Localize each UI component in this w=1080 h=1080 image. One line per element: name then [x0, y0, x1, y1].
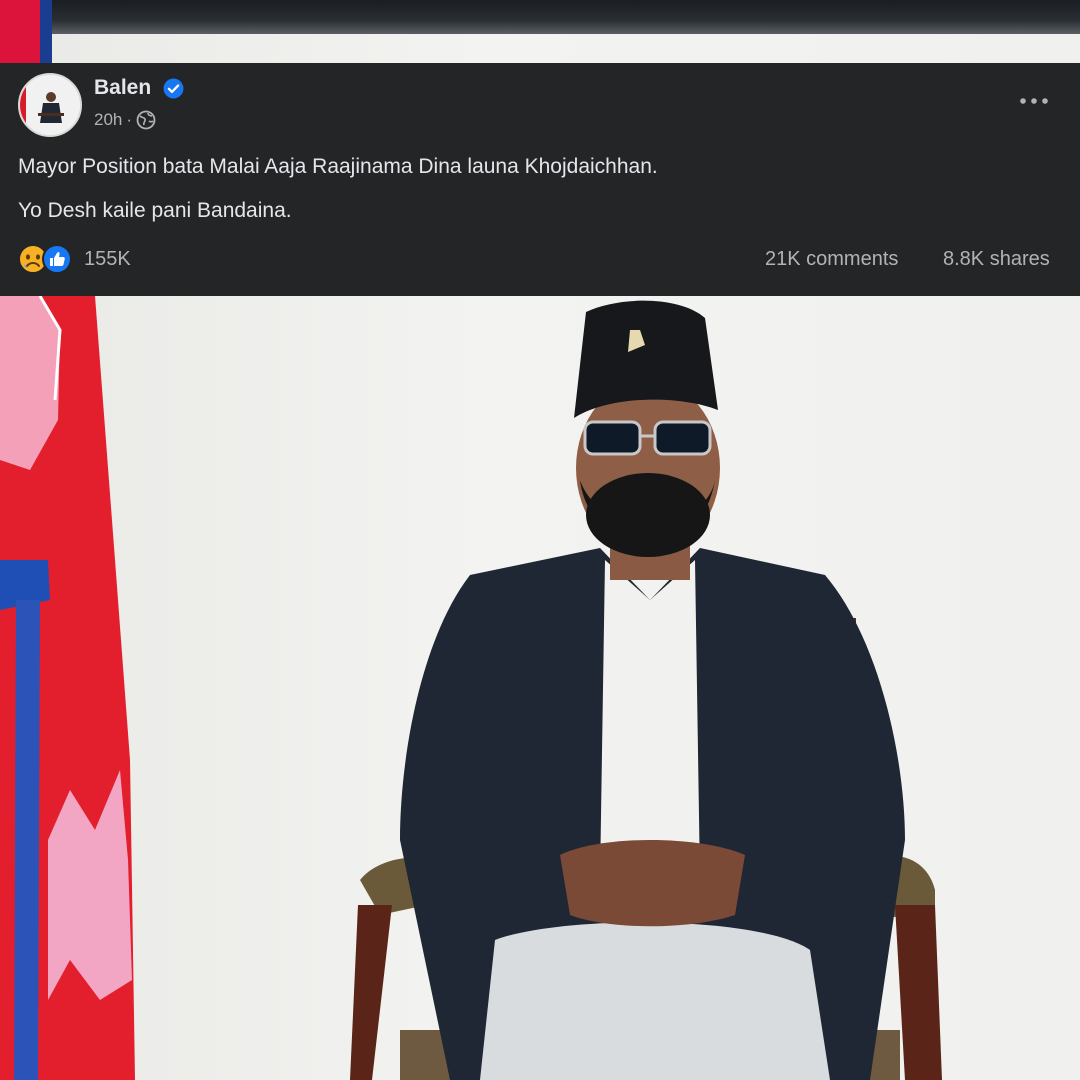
author-name[interactable]: Balen: [94, 76, 151, 100]
like-reaction-icon: [42, 244, 72, 274]
facebook-post-card: Balen 20h · Mayor Position bata Malai Aa…: [0, 63, 1080, 296]
post-timestamp[interactable]: 20h: [94, 110, 122, 130]
more-options-icon[interactable]: [1016, 91, 1052, 111]
avatar-photo-icon: [20, 75, 80, 135]
comments-count-link[interactable]: 21K comments: [765, 248, 898, 271]
post-text-line: Yo Desh kaile pani Bandaina.: [18, 199, 292, 222]
reactions-summary[interactable]: 155K: [18, 243, 131, 275]
post-text-line: Mayor Position bata Malai Aaja Raajinama…: [18, 155, 658, 178]
verified-badge-icon: [163, 78, 184, 99]
shares-count-link[interactable]: 8.8K shares: [943, 248, 1050, 271]
author-avatar[interactable]: [18, 73, 82, 137]
person-image: [400, 300, 905, 1080]
reaction-count[interactable]: 155K: [84, 248, 131, 271]
post-meta: 20h ·: [94, 110, 156, 130]
globe-icon[interactable]: [136, 110, 156, 130]
meta-separator: ·: [126, 110, 133, 129]
